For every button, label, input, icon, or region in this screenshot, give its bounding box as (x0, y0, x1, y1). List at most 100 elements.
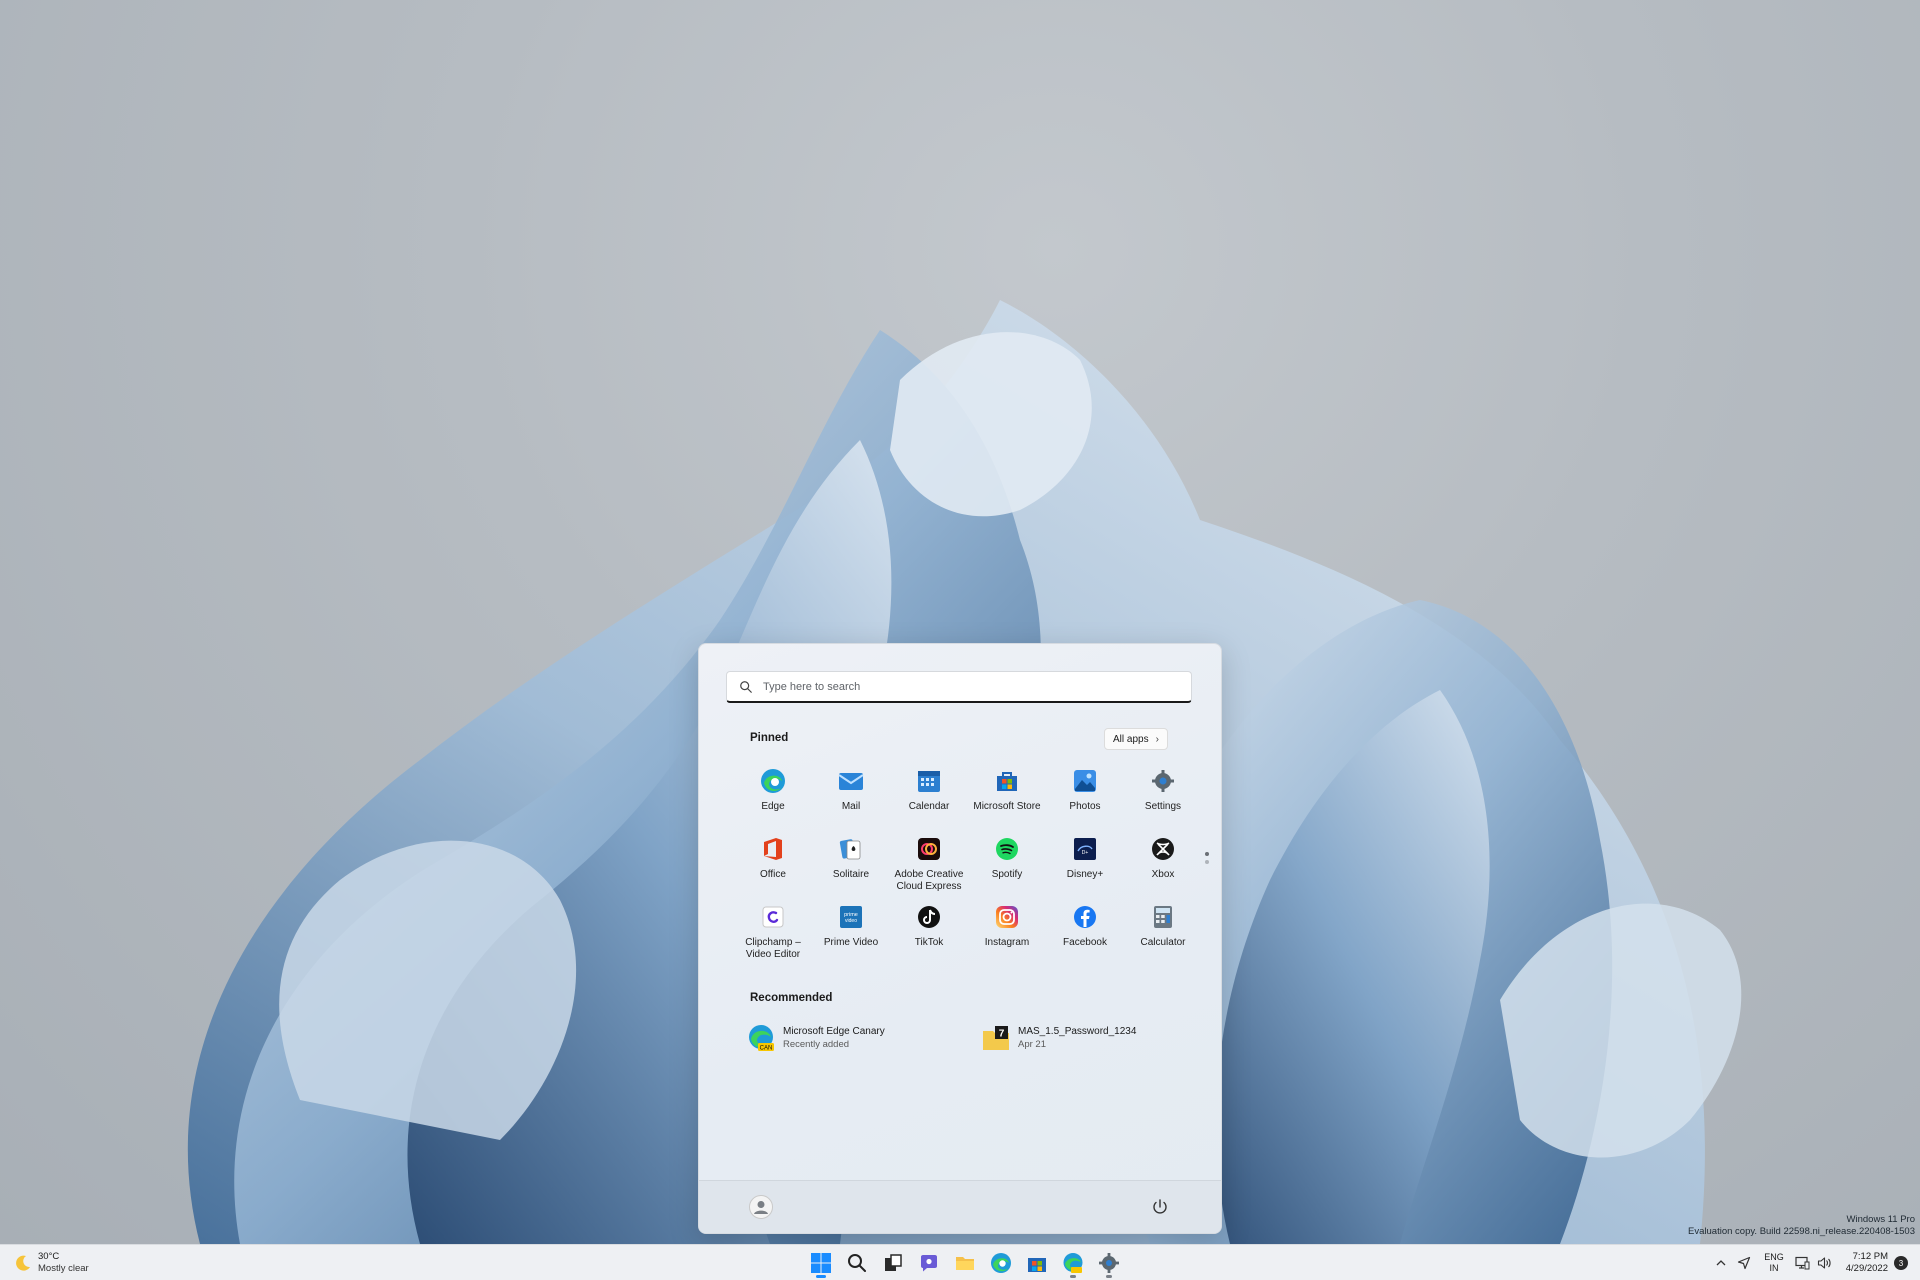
edge-canary-taskbar-button[interactable] (1055, 1247, 1091, 1279)
taskbar-apps (803, 1245, 1127, 1280)
recommended-section-title: Recommended (750, 992, 833, 1004)
all-apps-button[interactable]: All apps › (1104, 728, 1168, 750)
settings-icon (1099, 1253, 1119, 1273)
search-box[interactable] (726, 671, 1192, 703)
app-label: Clipchamp – Video Editor (745, 937, 801, 960)
pinned-app-edge[interactable]: Edge (734, 763, 812, 831)
weather-widget[interactable]: 30°C Mostly clear (14, 1251, 89, 1274)
clock-date: 4/29/2022 (1845, 1263, 1888, 1274)
location-button[interactable] (1732, 1256, 1756, 1270)
pinned-app-clipchamp[interactable]: Clipchamp – Video Editor (734, 899, 812, 967)
active-indicator (816, 1275, 826, 1278)
app-label: Disney+ (1066, 869, 1104, 880)
search-input[interactable] (761, 679, 1165, 694)
pinned-app-instagram[interactable]: Instagram (968, 899, 1046, 967)
archive-file-icon: 7 (983, 1026, 1009, 1050)
pinned-app-adobe-express[interactable]: Adobe Creative Cloud Express (890, 831, 968, 899)
app-label: Photos (1069, 801, 1101, 812)
xbox-icon (1149, 835, 1177, 863)
app-label: Prime Video (823, 937, 879, 948)
active-indicator (1106, 1275, 1112, 1278)
pinned-app-calendar[interactable]: Calendar (890, 763, 968, 831)
user-icon (754, 1201, 768, 1214)
show-hidden-icons-button[interactable] (1710, 1257, 1732, 1269)
mail-icon (837, 767, 865, 795)
system-tray: ENG IN 7:12 PM 4/29/2022 3 (1710, 1245, 1920, 1280)
start-button[interactable] (803, 1247, 839, 1279)
edge-canary-icon: CAN (749, 1025, 774, 1052)
svg-text:video: video (845, 918, 857, 924)
search-icon (740, 680, 752, 693)
photos-icon (1071, 767, 1099, 795)
evaluation-watermark: Windows 11 Pro Evaluation copy. Build 22… (1688, 1214, 1915, 1238)
task-view-button[interactable] (875, 1247, 911, 1279)
weather-condition: Mostly clear (38, 1263, 89, 1274)
start-menu-footer (699, 1180, 1221, 1233)
edge-taskbar-button[interactable] (983, 1247, 1019, 1279)
tiktok-icon (915, 903, 943, 931)
file-explorer-button[interactable] (947, 1247, 983, 1279)
input-language-button[interactable]: ENG IN (1764, 1252, 1784, 1274)
pinned-app-settings[interactable]: Settings (1124, 763, 1202, 831)
pinned-app-prime-video[interactable]: prime video Prime Video (812, 899, 890, 967)
file-explorer-icon (956, 1257, 974, 1270)
app-label: Settings (1144, 801, 1182, 812)
instagram-icon (993, 903, 1021, 931)
spotify-icon (993, 835, 1021, 863)
moon-icon (16, 1255, 30, 1271)
office-icon (759, 835, 787, 863)
pinned-apps-grid: Edge Mail Calendar Microsoft Store Photo… (734, 763, 1204, 967)
pinned-page-indicator[interactable] (1205, 852, 1211, 868)
pinned-app-office[interactable]: Office (734, 831, 812, 899)
chat-icon (921, 1255, 937, 1272)
svg-text:CAN: CAN (760, 1046, 773, 1052)
power-icon[interactable] (1151, 1198, 1169, 1216)
store-taskbar-button[interactable] (1019, 1247, 1055, 1279)
volume-button[interactable] (1814, 1256, 1836, 1270)
pinned-app-facebook[interactable]: Facebook (1046, 899, 1124, 967)
network-button[interactable] (1792, 1256, 1814, 1270)
store-icon (1028, 1258, 1046, 1272)
app-label: Adobe Creative Cloud Express (894, 869, 964, 892)
pinned-app-disney-plus[interactable]: D+ Disney+ (1046, 831, 1124, 899)
recommended-item-name: Microsoft Edge Canary (783, 1026, 885, 1037)
chat-button[interactable] (911, 1247, 947, 1279)
task-view-icon (885, 1254, 902, 1271)
recommended-item[interactable]: CAN Microsoft Edge Canary Recently added (746, 1023, 885, 1053)
pinned-app-spotify[interactable]: Spotify (968, 831, 1046, 899)
notification-badge[interactable]: 3 (1894, 1256, 1908, 1270)
chevron-up-icon (1716, 1260, 1726, 1266)
taskbar: 30°C Mostly clear ENG IN 7:12 PM 4/29/20… (0, 1244, 1920, 1280)
edge-icon (759, 767, 787, 795)
language-code: ENG (1764, 1252, 1784, 1262)
pinned-app-tiktok[interactable]: TikTok (890, 899, 968, 967)
chevron-right-icon: › (1155, 733, 1159, 745)
clock-button[interactable]: 7:12 PM 4/29/2022 (1846, 1251, 1888, 1275)
settings-icon (1149, 767, 1177, 795)
taskbar-search-button[interactable] (839, 1247, 875, 1279)
pinned-app-microsoft-store[interactable]: Microsoft Store (968, 763, 1046, 831)
app-label: TikTok (914, 937, 944, 948)
calculator-icon (1149, 903, 1177, 931)
pinned-app-solitaire[interactable]: Solitaire (812, 831, 890, 899)
app-label: Facebook (1063, 937, 1107, 948)
svg-text:D+: D+ (1082, 850, 1089, 856)
pinned-app-mail[interactable]: Mail (812, 763, 890, 831)
page-dot[interactable] (1205, 852, 1209, 856)
calendar-icon (915, 767, 943, 795)
prime-video-icon: prime video (837, 903, 865, 931)
pinned-section-title: Pinned (750, 732, 789, 744)
settings-taskbar-button[interactable] (1091, 1247, 1127, 1279)
page-dot[interactable] (1205, 860, 1209, 864)
recommended-item-name: MAS_1.5_Password_1234 (1018, 1026, 1137, 1037)
pinned-app-calculator[interactable]: Calculator (1124, 899, 1202, 967)
app-label: Xbox (1151, 869, 1175, 880)
recommended-item-subtitle: Apr 21 (1018, 1039, 1046, 1050)
user-avatar[interactable] (749, 1195, 773, 1219)
edge-icon (991, 1253, 1011, 1273)
app-label: Calendar (908, 801, 950, 812)
recommended-item[interactable]: 7 MAS_1.5_Password_1234 Apr 21 (981, 1023, 1136, 1053)
pinned-app-photos[interactable]: Photos (1046, 763, 1124, 831)
weather-temperature: 30°C (38, 1251, 60, 1262)
pinned-app-xbox[interactable]: Xbox (1124, 831, 1202, 899)
